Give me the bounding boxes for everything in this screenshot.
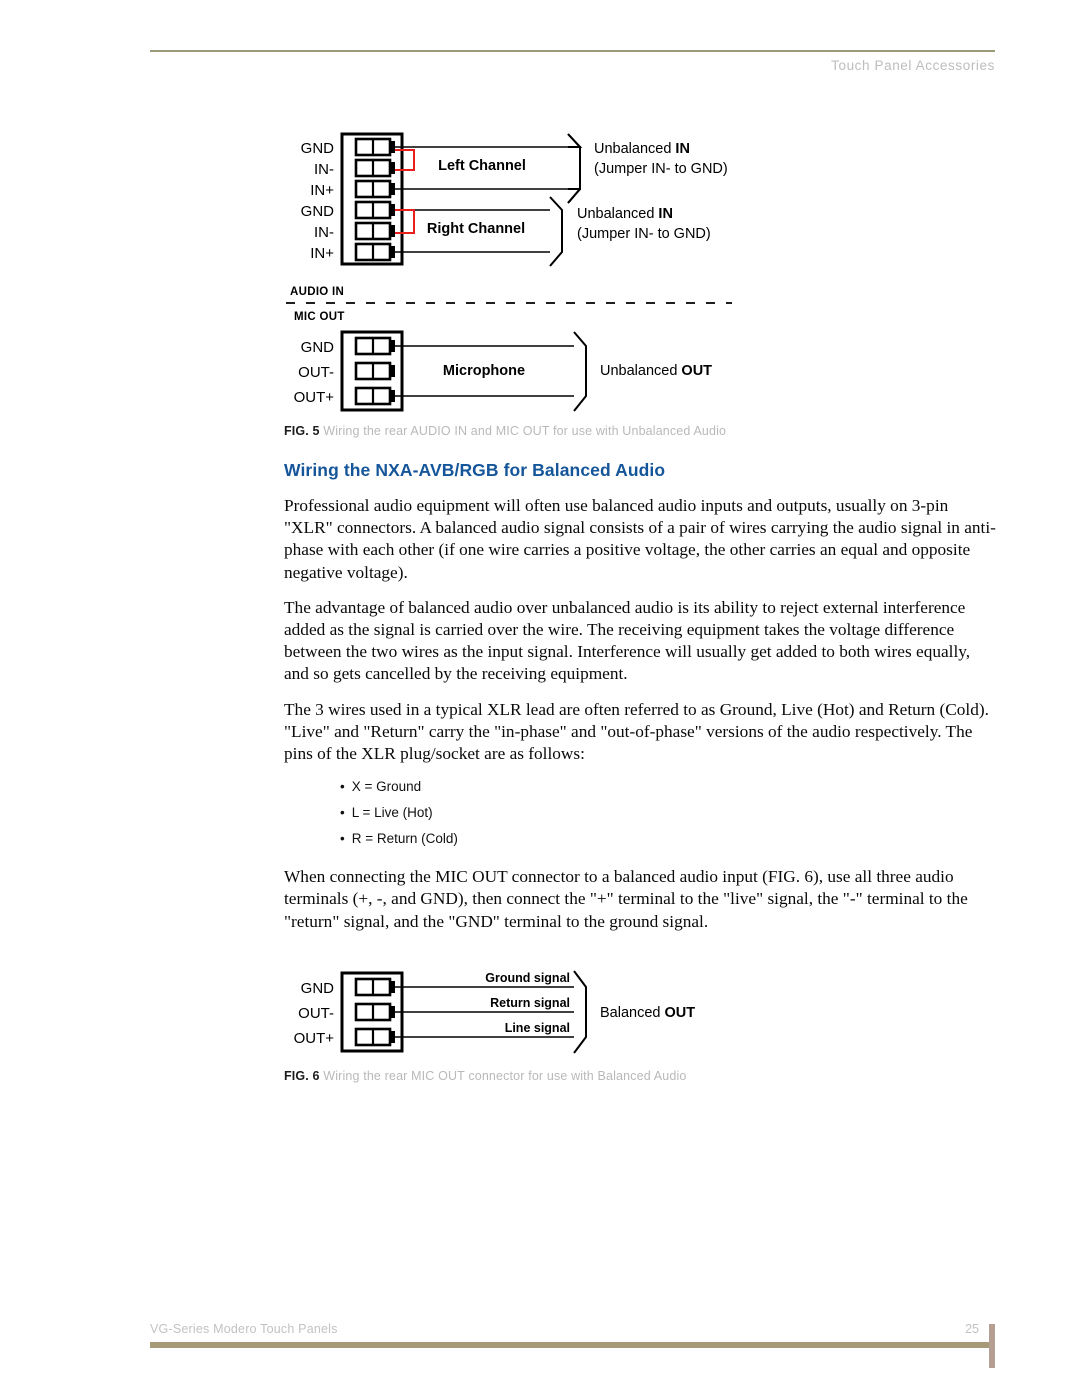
- footer-page-number: 25: [965, 1322, 979, 1336]
- mic-out-section-label: MIC OUT: [294, 311, 345, 323]
- unbalanced-in-right-text: Unbalanced IN: [577, 206, 673, 222]
- body-paragraph: Professional audio equipment will often …: [284, 496, 996, 582]
- microphone-label: Microphone: [443, 363, 525, 379]
- unbalanced-in-left-jumper-note: (Jumper IN- to GND): [594, 161, 728, 177]
- terminal-label: IN+: [310, 182, 334, 199]
- ground-signal-label: Ground signal: [485, 971, 570, 985]
- mic-out-terminal-cells: [354, 336, 395, 406]
- terminal-label: GND: [301, 980, 335, 997]
- page-header: Touch Panel Accessories: [150, 50, 995, 73]
- terminal-cell: [354, 361, 395, 381]
- bracket-right-channel: [549, 196, 563, 267]
- figure-6-caption: FIG. 6 Wiring the rear MIC OUT connector…: [284, 1069, 996, 1083]
- audio-in-terminal-cells: [354, 137, 395, 262]
- terminal-cell: [354, 221, 395, 241]
- figure-5-caption-text: Wiring the rear AUDIO IN and MIC OUT for…: [323, 424, 727, 438]
- figure-6-terminal-cells: [354, 977, 395, 1047]
- terminal-label: OUT+: [294, 389, 335, 406]
- figure-6-caption-text: Wiring the rear MIC OUT connector for us…: [323, 1068, 687, 1083]
- right-channel-label: Right Channel: [427, 221, 525, 237]
- terminal-cell: [354, 977, 395, 997]
- bracket-microphone: [573, 331, 587, 412]
- terminal-cell: [354, 1027, 395, 1047]
- figure-5: GND IN- IN+ GND IN- IN+ Left Channel Unb…: [284, 120, 996, 438]
- figure-5-caption-label: FIG. 5: [284, 424, 320, 438]
- list-item: X = Ground: [340, 779, 996, 794]
- terminal-label: GND: [301, 140, 335, 157]
- audio-in-section-label: AUDIO IN: [290, 286, 344, 298]
- closing-paragraph: When connecting the MIC OUT connector to…: [284, 867, 968, 931]
- jumper-right: [395, 209, 415, 234]
- bracket-balanced-out: [573, 970, 587, 1054]
- terminal-cell: [354, 137, 395, 157]
- terminal-cell: [354, 158, 395, 178]
- list-item: L = Live (Hot): [340, 805, 996, 820]
- body-paragraph: The advantage of balanced audio over unb…: [284, 597, 971, 684]
- terminal-cell: [354, 336, 395, 356]
- section-heading: Wiring the NXA-AVB/RGB for Balanced Audi…: [284, 460, 666, 480]
- page-content: GND IN- IN+ GND IN- IN+ Left Channel Unb…: [284, 120, 996, 1083]
- terminal-label: IN-: [314, 161, 334, 178]
- footer-bar: [150, 1324, 995, 1368]
- terminal-cell: [354, 386, 395, 406]
- figure-6: GND OUT- OUT+ Ground signal Return signa…: [284, 961, 996, 1083]
- list-item: R = Return (Cold): [340, 831, 996, 846]
- jumper-left: [395, 149, 415, 171]
- left-channel-label: Left Channel: [438, 158, 526, 174]
- footer-edge-tab: [989, 1324, 995, 1368]
- page-footer: VG-Series Modero Touch Panels 25: [150, 1322, 995, 1368]
- terminal-label: IN+: [310, 245, 334, 262]
- body-paragraph: The 3 wires used in a typical XLR lead a…: [284, 699, 989, 764]
- figure-5-diagram: GND IN- IN+ GND IN- IN+ Left Channel Unb…: [286, 132, 732, 412]
- terminal-cell: [354, 1002, 395, 1022]
- footer-doc-title: VG-Series Modero Touch Panels: [150, 1322, 338, 1336]
- terminal-label: GND: [301, 203, 335, 220]
- line-signal-label: Line signal: [505, 1021, 570, 1035]
- figure-5-caption: FIG. 5 Wiring the rear AUDIO IN and MIC …: [284, 424, 996, 438]
- terminal-cell: [354, 179, 395, 199]
- bracket-left-channel-curve: [567, 133, 581, 204]
- terminal-label: OUT-: [298, 1005, 334, 1022]
- balanced-out-text: Balanced OUT: [600, 1005, 695, 1021]
- terminal-label: OUT+: [294, 1030, 335, 1047]
- figure-6-diagram: GND OUT- OUT+ Ground signal Return signa…: [294, 970, 695, 1054]
- xlr-pin-list: X = Ground L = Live (Hot) R = Return (Co…: [284, 779, 996, 846]
- unbalanced-out-text: Unbalanced OUT: [600, 363, 712, 379]
- unbalanced-in-left-text: Unbalanced IN: [594, 141, 690, 157]
- terminal-cell: [354, 242, 395, 262]
- terminal-label: IN-: [314, 224, 334, 241]
- terminal-label: GND: [301, 339, 335, 356]
- figure-6-caption-label: FIG. 6: [284, 1068, 320, 1083]
- return-signal-label: Return signal: [490, 996, 570, 1010]
- terminal-cell: [354, 200, 395, 220]
- running-title: Touch Panel Accessories: [831, 57, 995, 73]
- unbalanced-in-right-jumper-note: (Jumper IN- to GND): [577, 226, 711, 242]
- terminal-label: OUT-: [298, 364, 334, 381]
